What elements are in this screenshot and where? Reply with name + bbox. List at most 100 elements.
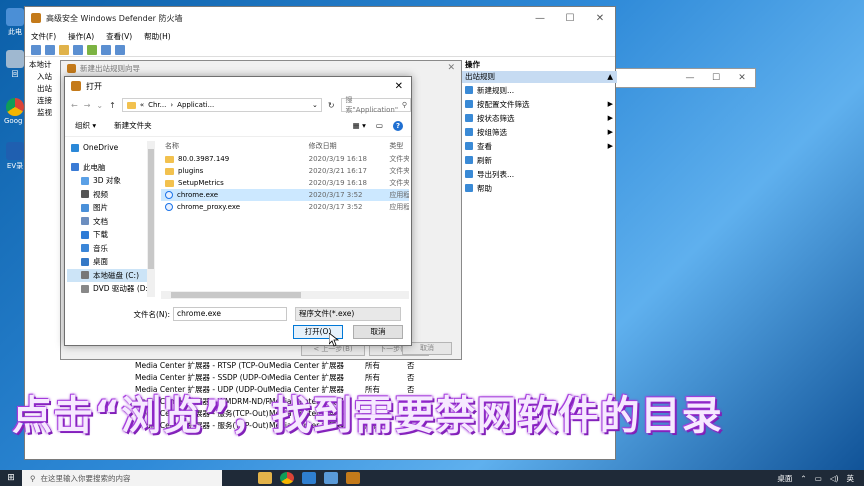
- firewall-title: 高级安全 Windows Defender 防火墙: [46, 13, 183, 23]
- nav-item[interactable]: OneDrive: [67, 141, 147, 155]
- action-item[interactable]: 按状态筛选 ▶: [459, 111, 617, 125]
- desktop-icon-recycle-bin[interactable]: 回: [4, 50, 26, 79]
- list-item[interactable]: chrome.exe2020/3/17 3:52应用程序: [161, 189, 409, 201]
- properties-icon[interactable]: [115, 44, 125, 55]
- close-icon[interactable]: ✕: [395, 81, 403, 92]
- help-icon[interactable]: [101, 44, 111, 55]
- back-icon[interactable]: [31, 44, 41, 55]
- search-input[interactable]: 搜索"Application" ⚲: [340, 96, 411, 114]
- input-language[interactable]: 英: [847, 473, 855, 484]
- list-item[interactable]: chrome_proxy.exe2020/3/17 3:52应用程序: [161, 201, 409, 213]
- folder-icon: [165, 167, 174, 175]
- desktop-icon-chrome[interactable]: Goog Chro: [4, 98, 26, 125]
- horizontal-scrollbar[interactable]: [161, 291, 409, 299]
- action-item[interactable]: 查看 ▶: [459, 139, 617, 153]
- tree-item-monitor[interactable]: 监视: [25, 107, 65, 119]
- minimize-icon[interactable]: —: [677, 73, 703, 83]
- breadcrumb-chrome[interactable]: Chr...: [148, 101, 166, 109]
- nav-item[interactable]: 本地磁盘 (C:): [67, 268, 147, 282]
- nav-item[interactable]: 图片: [67, 201, 147, 215]
- nav-item-icon: [71, 143, 79, 152]
- column-type[interactable]: 类型: [389, 141, 409, 151]
- column-name[interactable]: 名称: [161, 141, 309, 151]
- app-icon-2[interactable]: [324, 472, 338, 484]
- breadcrumb-application[interactable]: Applicati...: [177, 101, 214, 109]
- nav-item[interactable]: 桌面: [67, 255, 147, 269]
- nav-scrollbar[interactable]: [147, 141, 155, 297]
- new-folder-button[interactable]: 新建文件夹: [114, 120, 152, 131]
- chevron-down-icon[interactable]: ⌄: [312, 101, 318, 109]
- action-icon: [465, 128, 473, 136]
- desktop-icon-ev[interactable]: EV录: [4, 142, 26, 171]
- refresh-icon[interactable]: ↻: [328, 101, 335, 110]
- close-icon[interactable]: ✕: [585, 13, 615, 24]
- menu-action[interactable]: 操作(A): [68, 31, 94, 42]
- network-icon[interactable]: ▭: [815, 474, 822, 483]
- chrome-icon[interactable]: [280, 472, 294, 484]
- tree-item-connection[interactable]: 连接: [25, 95, 65, 107]
- list-item[interactable]: SetupMetrics 2020/3/19 16:18 文件夹: [161, 177, 409, 189]
- export-icon[interactable]: [87, 44, 97, 55]
- background-window[interactable]: — ☐ ✕: [600, 68, 756, 88]
- menu-file[interactable]: 文件(F): [31, 31, 56, 42]
- close-icon[interactable]: ✕: [447, 63, 455, 73]
- filetype-select[interactable]: 程序文件(*.exe): [295, 307, 401, 321]
- preview-pane-icon[interactable]: ▭: [376, 121, 383, 130]
- menu-view[interactable]: 查看(V): [106, 31, 132, 42]
- collapse-icon[interactable]: ▲: [607, 71, 613, 83]
- desktop-toolbar[interactable]: 桌面: [777, 473, 792, 484]
- nav-item[interactable]: 文档: [67, 215, 147, 229]
- nav-item[interactable]: 下载: [67, 228, 147, 242]
- tree-item-outbound[interactable]: 出站: [25, 83, 65, 95]
- view-options-icon[interactable]: ▦ ▾: [353, 121, 366, 130]
- desktop-icon-this-pc[interactable]: 此电: [4, 8, 26, 37]
- maximize-icon[interactable]: ☐: [555, 13, 585, 24]
- action-item[interactable]: 帮助: [459, 181, 617, 195]
- list-icon[interactable]: [73, 44, 83, 55]
- action-item[interactable]: 新建规则...: [459, 83, 617, 97]
- action-item[interactable]: 按配置文件筛选 ▶: [459, 97, 617, 111]
- action-item[interactable]: 按组筛选 ▶: [459, 125, 617, 139]
- list-item[interactable]: plugins 2020/3/21 16:17 文件夹: [161, 165, 409, 177]
- action-item[interactable]: 刷新: [459, 153, 617, 167]
- forward-arrow-icon[interactable]: →: [84, 101, 91, 110]
- minimize-icon[interactable]: —: [525, 13, 555, 24]
- column-date[interactable]: 修改日期: [309, 141, 390, 151]
- windows-start-icon[interactable]: ⊞: [0, 473, 22, 483]
- list-item[interactable]: 80.0.3987.149 2020/3/19 16:18 文件夹: [161, 153, 409, 165]
- tree-item-inbound[interactable]: 入站: [25, 71, 65, 83]
- firewall-app-icon: [31, 13, 41, 23]
- cancel-button[interactable]: 取消: [353, 325, 403, 339]
- action-icon: [465, 114, 473, 122]
- up-arrow-icon[interactable]: ↑: [109, 101, 116, 110]
- nav-item[interactable]: DVD 驱动器 (D:: [67, 282, 148, 296]
- action-item[interactable]: 导出列表...: [459, 167, 617, 181]
- filename-input[interactable]: chrome.exe: [173, 307, 287, 321]
- table-row[interactable]: Media Center 扩展器 - RTSP (TCP-Out) Media C…: [135, 360, 465, 372]
- folder-icon[interactable]: [59, 44, 69, 55]
- forward-icon[interactable]: [45, 44, 55, 55]
- nav-item[interactable]: 视频: [67, 188, 147, 202]
- help-icon[interactable]: ?: [393, 120, 403, 131]
- address-bar[interactable]: « Chr... › Applicati... ⌄: [121, 98, 322, 112]
- file-explorer-icon[interactable]: [258, 472, 272, 484]
- menu-help[interactable]: 帮助(H): [144, 31, 171, 42]
- actions-subheader[interactable]: 出站规则 ▲: [459, 71, 617, 83]
- firewall-taskbar-icon[interactable]: [346, 472, 360, 484]
- close-icon[interactable]: ✕: [729, 73, 755, 83]
- nav-item[interactable]: 音乐: [67, 242, 147, 256]
- volume-icon[interactable]: ◁): [830, 474, 839, 483]
- tray-arrow-icon[interactable]: ⌃: [800, 474, 806, 483]
- tree-item-local[interactable]: 本地计: [25, 59, 65, 71]
- maximize-icon[interactable]: ☐: [703, 73, 729, 83]
- organize-button[interactable]: 组织 ▾: [75, 120, 96, 131]
- app-icon[interactable]: [302, 472, 316, 484]
- nav-item[interactable]: 3D 对象: [67, 174, 147, 188]
- chevron-down-icon[interactable]: ⌄: [96, 101, 103, 110]
- folder-icon: [165, 155, 174, 163]
- nav-item[interactable]: 此电脑: [67, 161, 147, 175]
- nav-item-icon: [81, 284, 89, 293]
- back-arrow-icon[interactable]: ←: [71, 101, 78, 110]
- address-row: ← → ⌄ ↑ « Chr... › Applicati... ⌄ ↻ 搜索"A…: [65, 95, 411, 115]
- taskbar-search-input[interactable]: ⚲ 在这里输入你要搜索的内容: [22, 470, 222, 486]
